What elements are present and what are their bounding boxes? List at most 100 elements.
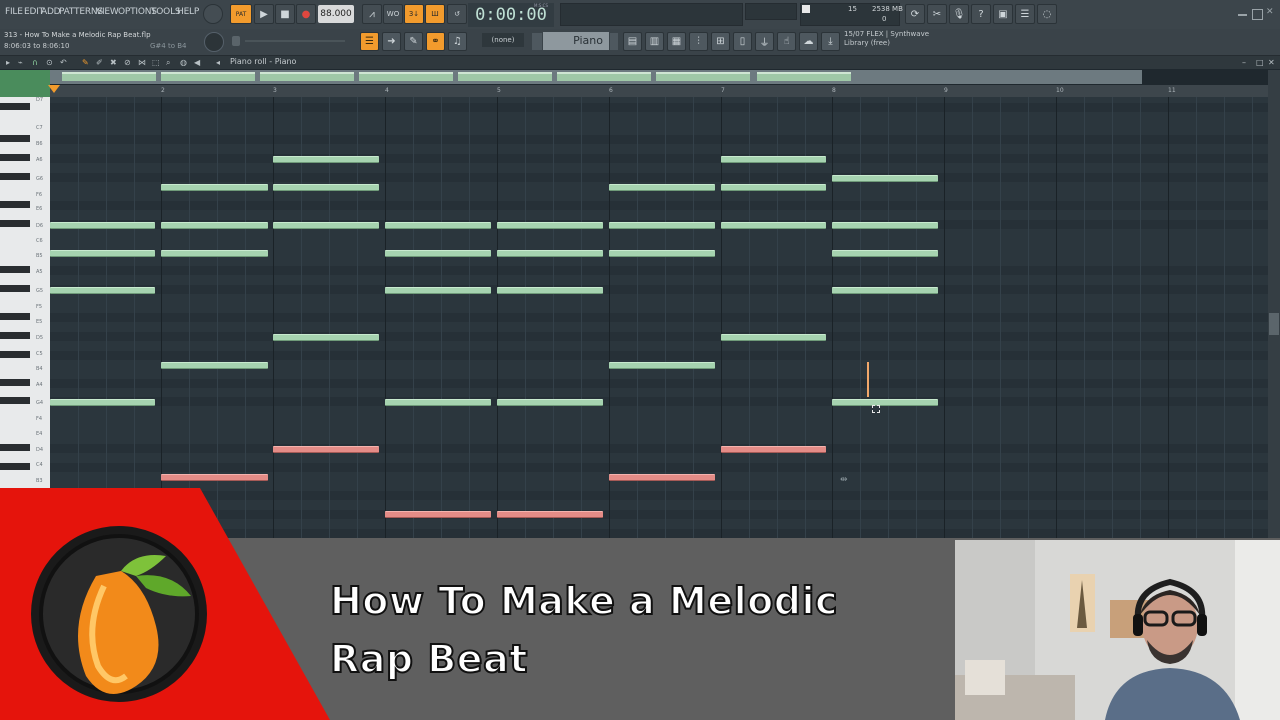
refresh-icon[interactable]: ⟳ (905, 4, 925, 24)
note[interactable] (497, 287, 603, 294)
master-volume-knob[interactable] (203, 4, 223, 24)
pr-close-icon[interactable]: ✕ (1268, 58, 1275, 67)
undo-icon[interactable]: ↶ (60, 58, 67, 67)
channel-rack-icon[interactable]: ▥ (645, 32, 664, 51)
note[interactable] (832, 399, 938, 406)
black-key[interactable] (0, 135, 30, 142)
pitch-slider-icon[interactable] (232, 36, 240, 46)
note[interactable] (273, 222, 379, 229)
black-key[interactable] (0, 332, 30, 339)
black-key[interactable] (0, 103, 30, 110)
draw-tool-icon[interactable]: ✎ (82, 58, 89, 67)
note[interactable] (609, 184, 715, 191)
note[interactable] (497, 222, 603, 229)
note-grid[interactable]: ⇹ (50, 97, 1268, 538)
menu-file[interactable]: FILE (5, 7, 23, 17)
note[interactable] (385, 511, 491, 518)
note[interactable] (609, 222, 715, 229)
note[interactable] (832, 222, 938, 229)
menu-tools[interactable]: TOOLS (151, 7, 181, 17)
touch-icon[interactable]: ☝ (777, 32, 796, 51)
note[interactable] (609, 362, 715, 369)
pattern-selector[interactable]: (none) (482, 33, 524, 47)
plugin-icon[interactable]: ⏚ (755, 32, 774, 51)
note[interactable] (273, 156, 379, 163)
note[interactable] (721, 334, 826, 341)
record-button[interactable]: ● (296, 4, 316, 24)
channel-selector[interactable]: Piano (543, 32, 609, 50)
typing-keyboard-icon[interactable]: ♫ (448, 32, 467, 51)
black-key[interactable] (0, 173, 30, 180)
step-sequencer-icon[interactable]: ▦ (667, 32, 686, 51)
pr-maximize-icon[interactable]: □ (1256, 58, 1264, 67)
note[interactable] (832, 175, 938, 182)
black-key[interactable] (0, 463, 30, 470)
magnet-icon[interactable]: ⌁ (18, 58, 23, 67)
stamp-icon[interactable]: ⊙ (46, 58, 53, 67)
master-pitch-track[interactable] (245, 40, 345, 42)
black-key[interactable] (0, 201, 30, 208)
note[interactable] (273, 184, 379, 191)
snap-forward-icon[interactable]: ➜ (382, 32, 401, 51)
note[interactable] (161, 474, 268, 481)
chat-icon[interactable]: ◌ (1037, 4, 1057, 24)
metronome-icon[interactable]: ⩘ (362, 4, 382, 24)
channel-next-icon[interactable] (610, 33, 618, 50)
note[interactable] (161, 222, 268, 229)
menu-add[interactable]: ADD (41, 7, 61, 17)
note[interactable] (273, 446, 379, 453)
note[interactable] (497, 399, 603, 406)
black-key[interactable] (0, 313, 30, 320)
zoom-tool-icon[interactable]: ⌕ (166, 58, 170, 68)
note[interactable] (273, 334, 379, 341)
piano-roll-icon[interactable]: ▤ (623, 32, 642, 51)
pencil-icon[interactable]: ✎ (404, 32, 423, 51)
menu-arrow-icon[interactable]: ▸ (6, 58, 10, 67)
note[interactable] (721, 222, 826, 229)
stop-button[interactable]: ■ (275, 4, 295, 24)
note[interactable] (50, 250, 155, 257)
note[interactable] (50, 287, 155, 294)
countdown-icon[interactable]: 3↓ (404, 4, 424, 24)
save-icon[interactable]: ▣ (993, 4, 1013, 24)
tools-icon[interactable]: ✂ (927, 4, 947, 24)
link-icon[interactable]: ⚭ (426, 32, 445, 51)
black-key[interactable] (0, 397, 30, 404)
note[interactable] (721, 156, 826, 163)
note[interactable] (161, 362, 268, 369)
slice-tool-icon[interactable]: ⋈ (138, 58, 146, 67)
note[interactable] (50, 222, 155, 229)
select-tool-icon[interactable]: ⬚ (152, 58, 160, 67)
window-back-icon[interactable]: ◂ (216, 58, 220, 67)
pattern-song-toggle[interactable]: PAT (230, 4, 252, 24)
note[interactable] (497, 511, 603, 518)
step-edit-icon[interactable]: Ш (425, 4, 445, 24)
mixer-faders-icon[interactable]: ⫶ (689, 32, 708, 51)
loop-record-icon[interactable]: ↺ (447, 4, 467, 24)
master-pitch-knob[interactable] (204, 32, 224, 52)
note[interactable] (497, 250, 603, 257)
note[interactable] (609, 474, 715, 481)
note[interactable] (385, 287, 491, 294)
note[interactable] (832, 287, 938, 294)
black-key[interactable] (0, 154, 30, 161)
black-key[interactable] (0, 444, 30, 451)
microphone-icon[interactable]: 🎙 (949, 4, 969, 24)
menu-view[interactable]: VIEW (96, 7, 119, 17)
file-icon[interactable]: ▯ (733, 32, 752, 51)
play-button[interactable]: ▶ (254, 4, 274, 24)
restore-icon[interactable] (1252, 9, 1263, 20)
note[interactable] (832, 250, 938, 257)
speaker-icon[interactable]: ◀ (194, 58, 200, 67)
tempo-display[interactable]: 88.000 (318, 5, 354, 23)
snap-icon[interactable]: ∩ (32, 58, 38, 67)
vertical-scrollbar[interactable] (1268, 70, 1280, 538)
playhead-marker-icon[interactable] (48, 85, 60, 93)
browser-icon[interactable]: ⊞ (711, 32, 730, 51)
note[interactable] (721, 446, 826, 453)
note[interactable] (385, 250, 491, 257)
paint-tool-icon[interactable]: ✐ (96, 58, 103, 67)
timeline-ruler[interactable] (50, 85, 1280, 97)
mixer-icon[interactable]: ☰ (1015, 4, 1035, 24)
download-icon[interactable]: ⤓ (821, 32, 840, 51)
